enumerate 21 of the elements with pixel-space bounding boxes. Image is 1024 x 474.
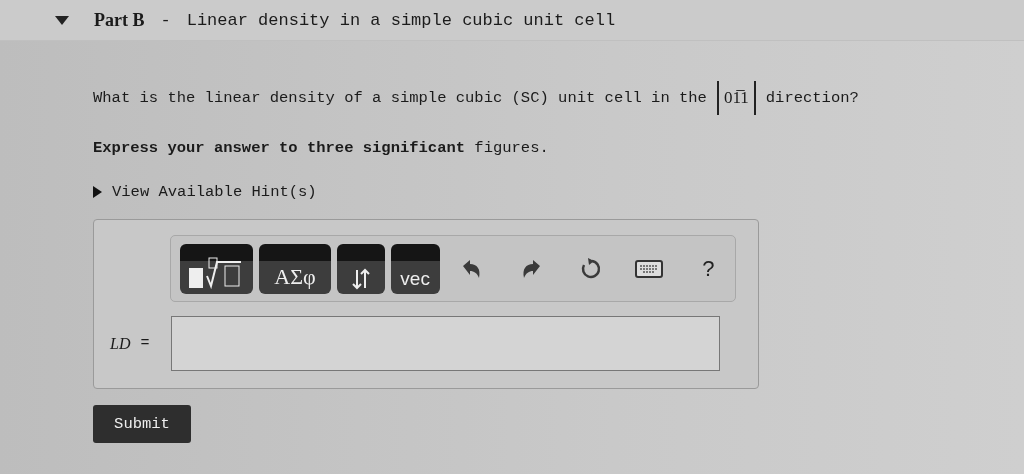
- vector-button[interactable]: vec: [390, 243, 440, 294]
- separator: -: [160, 10, 171, 30]
- part-label: Part B: [94, 9, 145, 31]
- up-down-arrows-icon: [350, 267, 372, 290]
- submit-button[interactable]: Submit: [93, 405, 191, 443]
- question-text: What is the linear density of a simple cubic (SC) unit cell in the: [93, 89, 707, 107]
- answer-field[interactable]: [171, 316, 721, 371]
- subscript-superscript-button[interactable]: [337, 243, 385, 294]
- variable-label: LD: [110, 334, 131, 353]
- hint-link[interactable]: View Available Hint(s): [112, 183, 317, 201]
- expand-icon[interactable]: [93, 186, 102, 198]
- direction-index: 01̅1: [716, 81, 756, 115]
- help-button[interactable]: ?: [681, 243, 735, 294]
- greek-symbols-button[interactable]: ΑΣφ: [258, 243, 332, 294]
- collapse-icon[interactable]: [54, 14, 70, 26]
- question-text-end: direction?: [765, 89, 859, 107]
- keyboard-icon: [635, 259, 664, 278]
- equals-sign: =: [140, 335, 150, 352]
- instruction-text: Express your answer to three significant figures.: [93, 139, 550, 157]
- part-title: Linear density in a simple cubic unit cell: [186, 10, 616, 30]
- template-button[interactable]: [180, 243, 253, 294]
